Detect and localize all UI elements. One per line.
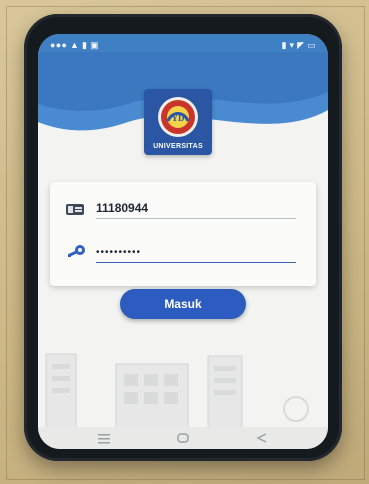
android-nav-bar xyxy=(38,427,328,449)
key-icon xyxy=(68,245,85,257)
login-button[interactable]: Masuk xyxy=(120,289,246,319)
logo-text: UNIVERSITAS xyxy=(153,143,203,150)
background-buildings xyxy=(45,353,309,429)
phone-screen: ●●● ▲ ▮ ▣ ▮ ▾ ◤ ▭ YD UNIVERSITAS 1118094… xyxy=(38,34,328,449)
password-field[interactable] xyxy=(96,242,296,263)
university-logo: YD UNIVERSITAS xyxy=(144,89,212,155)
phone-device: ●●● ▲ ▮ ▣ ▮ ▾ ◤ ▭ YD UNIVERSITAS 1118094… xyxy=(24,14,342,461)
status-bar-left: ●●● ▲ ▮ ▣ xyxy=(50,40,99,50)
username-field[interactable] xyxy=(96,198,296,219)
login-card xyxy=(50,182,316,286)
home-icon[interactable] xyxy=(175,432,191,444)
status-bar-right: ▮ ▾ ◤ ▭ xyxy=(281,40,316,50)
id-card-icon xyxy=(66,204,84,215)
back-icon[interactable] xyxy=(254,432,270,444)
menu-icon[interactable] xyxy=(96,432,112,444)
university-seal-icon: YD xyxy=(158,97,198,137)
svg-text:YD: YD xyxy=(172,113,185,123)
